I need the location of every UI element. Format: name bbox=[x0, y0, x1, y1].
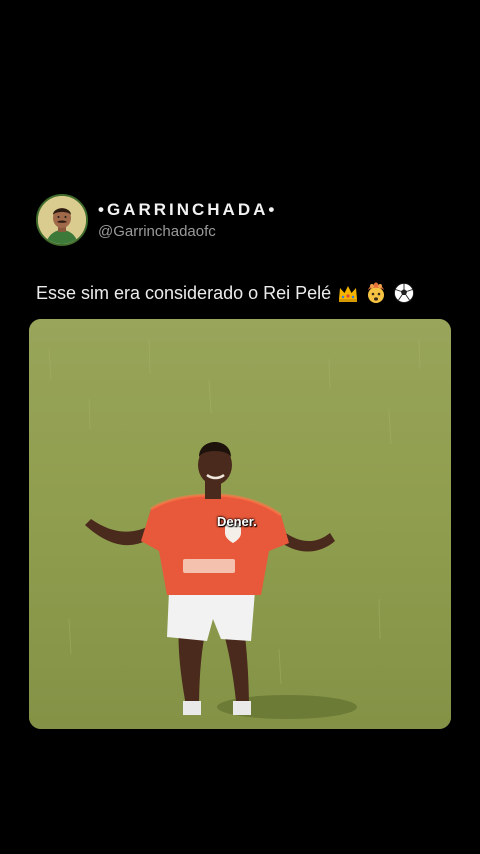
handle[interactable]: @Garrinchadaofc bbox=[98, 223, 277, 240]
post-text: Esse sim era considerado o Rei Pelé bbox=[36, 282, 415, 304]
avatar[interactable] bbox=[36, 194, 88, 246]
post-card: •GARRINCHADA• @Garrinchadaofc Esse sim e… bbox=[0, 186, 480, 732]
display-name[interactable]: •GARRINCHADA• bbox=[98, 200, 277, 220]
avatar-illustration-icon bbox=[38, 196, 86, 244]
exploding-head-icon bbox=[365, 282, 387, 304]
post-author: •GARRINCHADA• @Garrinchadaofc bbox=[98, 200, 277, 240]
video-caption: Dener. bbox=[217, 514, 257, 529]
post-text-content: Esse sim era considerado o Rei Pelé bbox=[36, 282, 332, 303]
crown-icon bbox=[337, 282, 359, 304]
post-header: •GARRINCHADA• @Garrinchadaofc bbox=[36, 194, 277, 246]
screen: •GARRINCHADA• @Garrinchadaofc Esse sim e… bbox=[0, 0, 480, 854]
soccer-ball-icon bbox=[393, 282, 415, 304]
post-video[interactable]: Dener. bbox=[29, 319, 451, 729]
